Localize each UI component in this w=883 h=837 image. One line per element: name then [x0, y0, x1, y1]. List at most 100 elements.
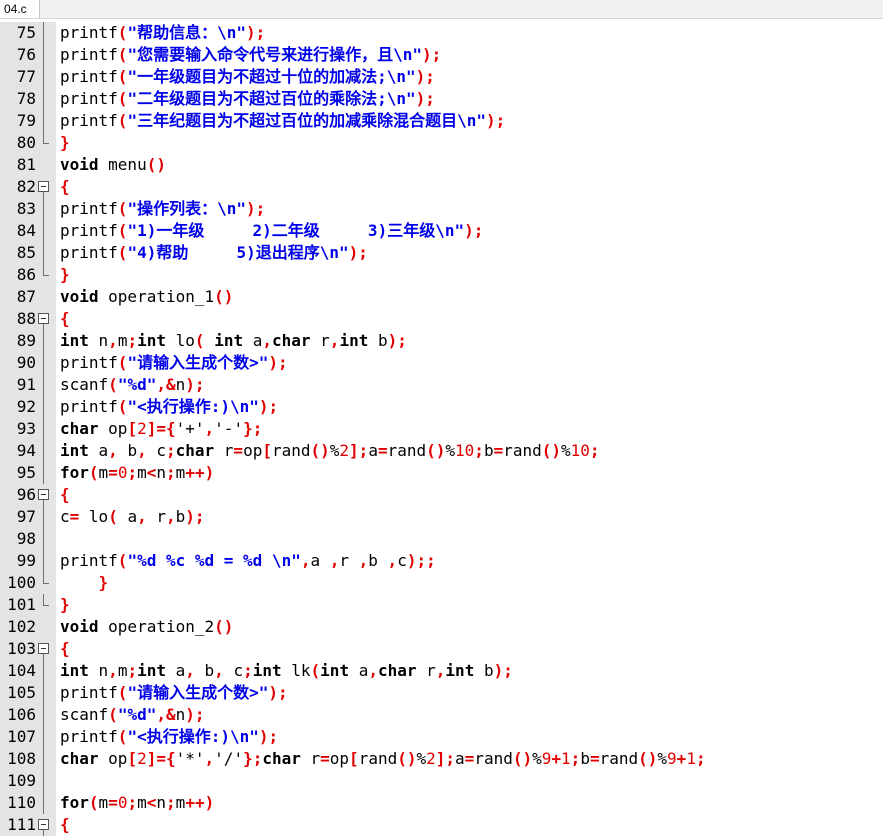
code-line: 101}	[0, 594, 883, 616]
code-token-op: );	[421, 45, 442, 64]
code-text: c= lo( a, r,b);	[60, 506, 205, 528]
line-gutter: 100	[0, 572, 56, 594]
code-token-plain: r	[416, 661, 436, 680]
code-text: printf("1)一年级 2)二年级 3)三年级\n");	[60, 220, 483, 242]
line-gutter: 78	[0, 88, 56, 110]
code-text: for(m=0;m<n;m++)	[60, 792, 214, 814]
line-gutter: 108	[0, 748, 56, 770]
code-token-num: 10	[455, 441, 475, 460]
fold-end-mark	[43, 275, 49, 276]
code-token-plain: b	[368, 331, 388, 350]
code-token-plain: scanf	[60, 705, 109, 724]
code-line: 99 printf("%d %c %d = %d \n",a ,r ,b ,c);…	[0, 550, 883, 572]
code-text: {	[60, 638, 70, 660]
code-token-plain: '+'	[175, 419, 205, 438]
code-token-plain: m	[137, 793, 147, 812]
code-line: 90 printf("请输入生成个数>");	[0, 352, 883, 374]
code-token-op: (	[117, 89, 128, 108]
line-number: 82	[16, 177, 36, 196]
code-token-op: ,	[329, 551, 340, 570]
code-token-op: ()	[146, 155, 166, 174]
code-token-kw: char	[175, 441, 215, 460]
code-token-kw: char	[272, 331, 311, 350]
file-tab[interactable]: 04.c	[0, 0, 40, 18]
code-token-op: <	[146, 793, 157, 812]
code-token-str: "%d"	[117, 375, 157, 394]
code-token-op: (	[88, 793, 99, 812]
code-token-op: ;	[589, 441, 600, 460]
line-gutter: 87	[0, 286, 56, 308]
code-token-plain: n	[175, 705, 186, 724]
code-token-plain: r	[339, 551, 359, 570]
line-gutter: 75	[0, 22, 56, 44]
line-number: 88	[16, 309, 36, 328]
code-token-num: 10	[570, 441, 590, 460]
code-token-plain: op	[329, 749, 350, 768]
line-gutter: 92	[0, 396, 56, 418]
code-text: int n,m;int lo( int a,char r,int b);	[60, 330, 407, 352]
code-token-plain: m	[175, 793, 186, 812]
code-token-op: }	[60, 133, 70, 152]
code-token-str: "<执行操作:)\n"	[127, 727, 259, 746]
code-editor[interactable]: 75 printf("帮助信息：\n"); 76 printf("您需要输入命令代号来…	[0, 22, 883, 837]
code-line: 105 printf("请输入生成个数>");	[0, 682, 883, 704]
code-token-op: );	[268, 353, 288, 372]
code-token-op: ,	[329, 331, 340, 350]
code-text: printf("请输入生成个数>");	[60, 352, 288, 374]
code-token-op: [	[127, 419, 138, 438]
line-gutter: 88	[0, 308, 56, 330]
code-text: char op[2]={'*','/'};char r=op[rand()%2]…	[60, 748, 706, 770]
code-token-op: ,	[108, 331, 118, 350]
line-number: 98	[16, 529, 36, 548]
code-token-plain: rand	[599, 749, 639, 768]
line-gutter: 81	[0, 154, 56, 176]
fold-guide-line	[43, 44, 44, 66]
code-token-kw: int	[137, 331, 166, 350]
code-token-plain: printf	[60, 683, 118, 702]
code-token-plain: a	[310, 551, 330, 570]
collapse-icon[interactable]	[38, 819, 49, 830]
line-gutter: 90	[0, 352, 56, 374]
code-line: 88 {	[0, 308, 883, 330]
code-token-op: );	[258, 397, 279, 416]
line-number: 104	[7, 661, 36, 680]
code-text: printf("4)帮助 5)退出程序\n");	[60, 242, 368, 264]
collapse-icon[interactable]	[38, 489, 49, 500]
code-token-op: ()	[214, 287, 234, 306]
code-token-num: 2	[137, 749, 147, 768]
code-line: 78 printf("二年级题目为不超过百位的乘除法;\n");	[0, 88, 883, 110]
code-token-op: (	[117, 353, 128, 372]
code-text: void operation_2()	[60, 616, 233, 638]
line-gutter: 111	[0, 814, 56, 836]
fold-guide-line	[43, 748, 44, 770]
code-token-plain: c	[397, 551, 407, 570]
code-token-op: (	[117, 551, 128, 570]
code-token-op: (	[88, 463, 99, 482]
code-token-plain: a	[166, 661, 186, 680]
line-gutter: 82	[0, 176, 56, 198]
code-token-op: ,	[137, 441, 147, 460]
code-token-op: ,	[214, 661, 224, 680]
code-token-plain: operation_1	[98, 287, 215, 306]
code-text: printf("操作列表：\n");	[60, 198, 265, 220]
code-token-op: +	[551, 749, 562, 768]
code-token-op: );;	[406, 551, 436, 570]
code-token-plain: %	[445, 441, 456, 460]
fold-guide-line	[43, 792, 44, 814]
line-gutter: 84	[0, 220, 56, 242]
code-token-plain: m	[137, 463, 147, 482]
code-token-str: "1)一年级 2)二年级 3)三年级\n"	[127, 221, 465, 240]
fold-guide-line	[43, 726, 44, 748]
line-gutter: 109	[0, 770, 56, 792]
code-token-plain: printf	[60, 221, 118, 240]
code-token-plain: operation_2	[98, 617, 215, 636]
code-line: 85 printf("4)帮助 5)退出程序\n");	[0, 242, 883, 264]
code-token-op: );	[415, 67, 435, 86]
line-gutter: 101	[0, 594, 56, 616]
line-number: 110	[7, 793, 36, 812]
collapse-icon[interactable]	[38, 313, 49, 324]
code-token-plain: printf	[60, 727, 118, 746]
collapse-icon[interactable]	[38, 181, 49, 192]
code-token-plain: '-'	[214, 419, 244, 438]
collapse-icon[interactable]	[38, 643, 49, 654]
